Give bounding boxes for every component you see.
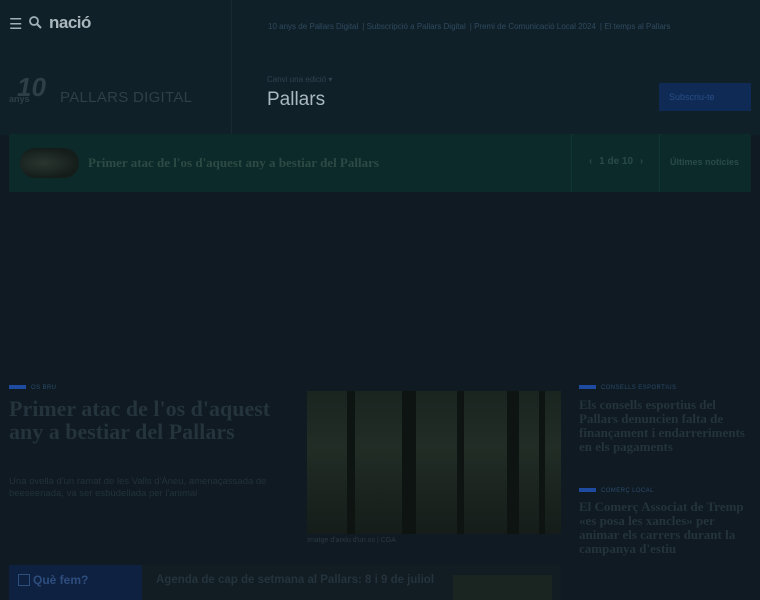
agenda-card[interactable]: Agenda de cap de setmana al Pallars: 8 i… [142,565,561,600]
top-link[interactable]: Premi de Comunicació Local 2024 [474,22,596,31]
ticker-thumbnail[interactable] [20,148,79,178]
chevron-right-icon[interactable]: › [640,156,643,167]
subscribe-button[interactable]: Subscriu-te [659,83,751,111]
top-link[interactable]: 10 anys de Pallars Digital [268,22,358,31]
anniversary-logo[interactable]: 10 anys [9,72,57,108]
edition-name: Pallars [267,89,326,110]
pager-text: 1 de 10 [599,156,634,167]
news-ticker: Primer atac de l'os d'aquest any a besti… [9,134,751,192]
side-story-title[interactable]: El Comerç Associat de Tremp «es posa les… [579,500,751,556]
site-logo[interactable]: PALLARS DIGITAL [60,89,192,106]
network-logo[interactable]: nació [49,13,91,33]
site-header: ☰ nació 10 anys de Pallars Digital | Subs… [0,0,760,135]
agenda-title[interactable]: Agenda de cap de setmana al Pallars: 8 i… [156,574,436,587]
search-icon[interactable] [29,16,42,32]
ticker-divider [571,134,572,192]
chevron-left-icon[interactable]: ‹ [589,156,592,167]
ticker-divider [659,134,660,192]
main-story-title[interactable]: Primer atac de l'os d'aquest any a besti… [9,397,294,443]
side-story-title[interactable]: Els consells esportius del Pallars denun… [579,398,751,454]
header-divider [231,0,232,135]
top-links: 10 anys de Pallars Digital | Subscripció … [268,22,671,31]
calendar-icon [18,574,30,586]
ticker-headline[interactable]: Primer atac de l'os d'aquest any a besti… [88,155,379,171]
main-story-photo[interactable] [307,391,561,534]
side-story-tag[interactable]: COMERÇ LOCAL [579,488,654,494]
que-fem-label: Què fem? [33,573,89,587]
latest-news-link[interactable]: Últimes notícies [670,157,739,167]
photo-caption: Imatge d'arxiu d'un os | CGA [307,537,396,544]
main-story-excerpt: Una ovella d'un ramat de les Valls d'Àne… [9,476,267,499]
side-story-tag[interactable]: CONSELLS ESPORTIUS [579,385,676,391]
agenda-thumbnail[interactable] [453,575,552,600]
ticker-pager: ‹ 1 de 10 › [589,156,643,167]
que-fem-section[interactable]: Què fem? [9,565,142,600]
ad-slot [9,205,751,365]
hamburger-icon[interactable]: ☰ [9,17,22,32]
edition-switcher[interactable]: Canvi una edició ▾ [267,75,332,84]
top-link[interactable]: El temps al Pallars [604,22,670,31]
main-story-tag[interactable]: OS BRU [9,385,56,391]
top-link[interactable]: Subscripció a Pallars Digital [367,22,466,31]
